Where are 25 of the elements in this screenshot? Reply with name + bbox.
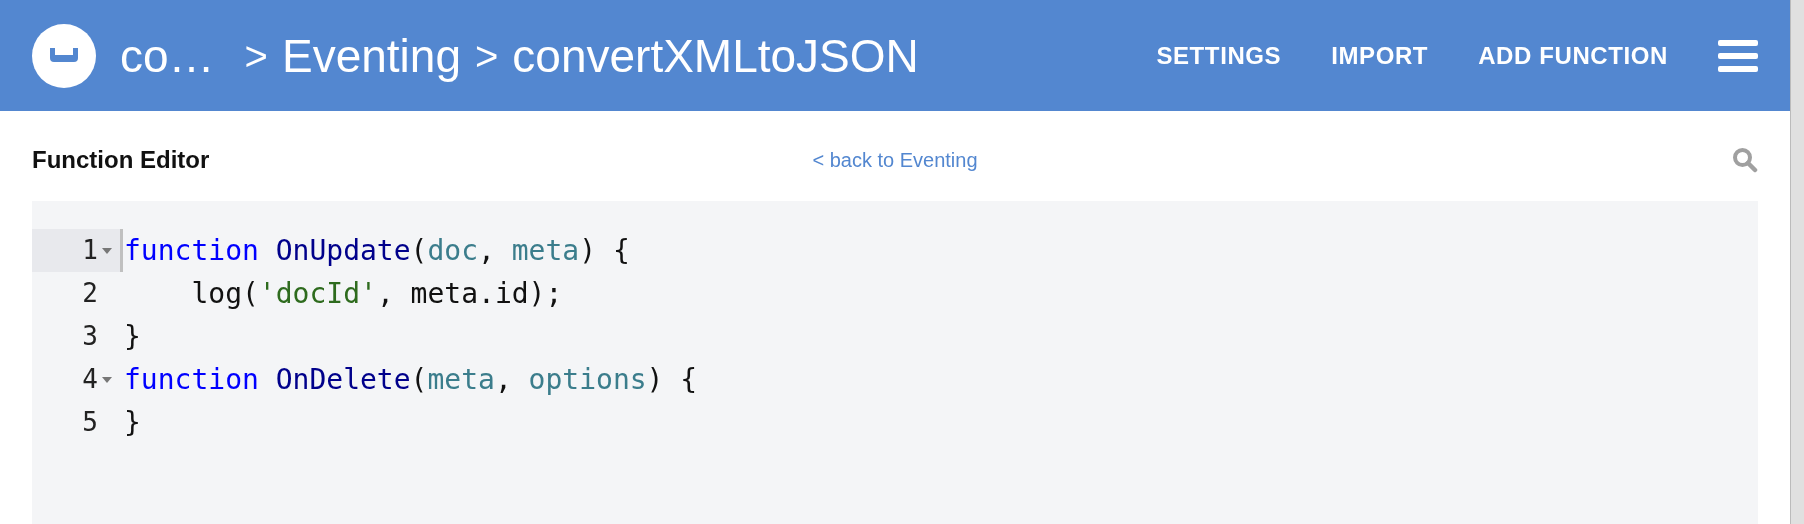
fold-caret-icon[interactable] <box>102 247 112 254</box>
breadcrumb-link[interactable]: convertXMLtoJSON <box>512 32 919 79</box>
line-number: 3 <box>82 320 98 353</box>
line-number: 5 <box>82 406 98 439</box>
code-editor[interactable]: 1 function OnUpdate(doc, meta) { 2 log('docId', meta.id); 3 } 4 function OnDelete(meta, options) { 5 } <box>32 201 1758 524</box>
menu-icon[interactable] <box>1718 39 1758 72</box>
nav-link[interactable]: ADD FUNCTION <box>1478 37 1668 74</box>
code-line: function OnDelete(meta, options) { <box>123 361 698 398</box>
search-icon[interactable] <box>1732 147 1758 173</box>
back-link[interactable]: < back to Eventing <box>812 145 978 175</box>
breadcrumb-separator: > <box>244 35 268 76</box>
code-line: } <box>123 318 141 355</box>
breadcrumb-link[interactable]: co… <box>120 32 215 79</box>
fold-caret-icon[interactable] <box>102 376 112 383</box>
code-line: log('docId', meta.id); <box>190 275 563 312</box>
breadcrumb-separator: > <box>474 35 499 76</box>
code-line: function OnUpdate(doc, meta) { <box>123 232 630 269</box>
line-number: 4 <box>82 363 98 396</box>
nav-link[interactable]: SETTINGS <box>1156 37 1282 74</box>
line-number: 1 <box>82 234 98 267</box>
line-number: 2 <box>82 277 98 310</box>
logo-icon[interactable] <box>32 23 96 88</box>
code-line: } <box>123 404 141 441</box>
nav-link[interactable]: IMPORT <box>1331 37 1429 74</box>
editor-title: Function Editor <box>32 145 211 175</box>
